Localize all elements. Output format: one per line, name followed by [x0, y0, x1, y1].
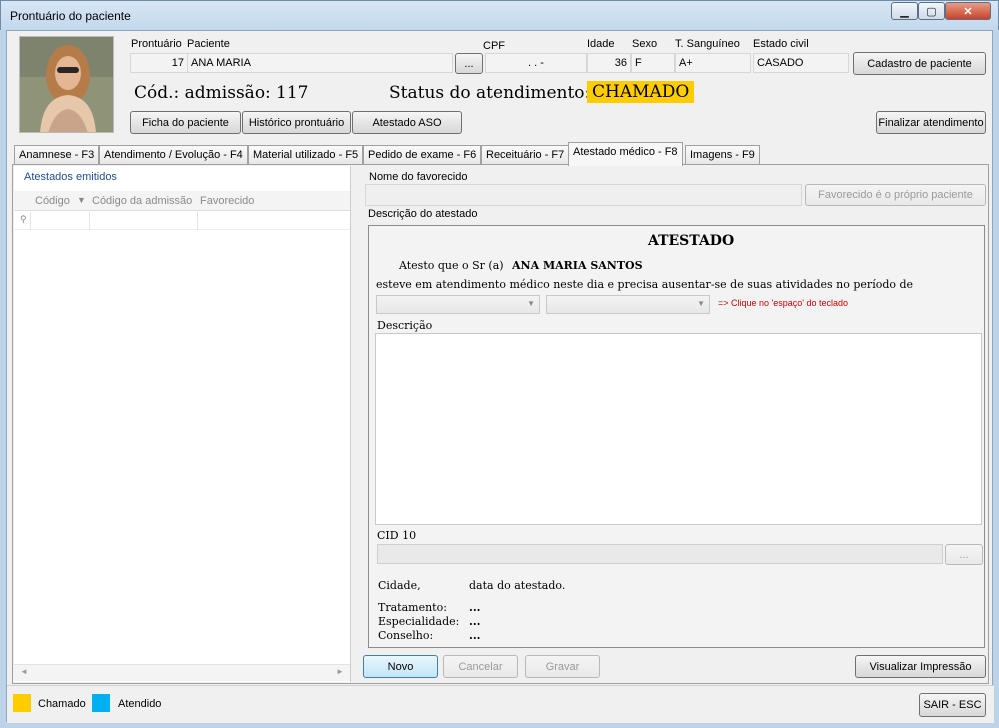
civil-label: Estado civil [753, 38, 809, 50]
atestados-title: Atestados emitidos [24, 171, 117, 183]
filter-row[interactable]: ⚲ [14, 212, 350, 230]
minimize-icon: ▁ [900, 5, 909, 18]
atestado-aso-button[interactable]: Atestado ASO [352, 111, 462, 134]
chamado-swatch [13, 694, 31, 712]
scroll-right-icon: ► [336, 667, 344, 676]
data-text: data do atestado. [469, 579, 566, 592]
grid-header: Código ▼ Código da admissão Favorecido [14, 191, 350, 211]
conselho-value: ... [469, 629, 481, 642]
prontuario-label: Prontuário [131, 38, 182, 50]
minimize-button[interactable]: ▁ [891, 2, 918, 20]
descricao-label: Descrição [377, 319, 433, 332]
title-bar: Prontuário do paciente ▁ ▢ ✕ [0, 0, 999, 30]
finalizar-atendimento-button[interactable]: Finalizar atendimento [876, 111, 986, 134]
column-codigo[interactable]: Código [35, 195, 70, 207]
cadastro-paciente-button[interactable]: Cadastro de paciente [853, 52, 986, 75]
ficha-paciente-button[interactable]: Ficha do paciente [130, 111, 241, 134]
periodo-fim-select[interactable]: ▼ [546, 295, 710, 314]
paciente-field: ANA MARIA [187, 53, 453, 73]
window-title: Prontuário do paciente [10, 9, 131, 23]
cancelar-button[interactable]: Cancelar [443, 655, 518, 678]
especialidade-label: Especialidade: [378, 615, 460, 628]
column-codigo-admissao[interactable]: Código da admissão [92, 195, 192, 207]
atendido-legend: Atendido [118, 698, 162, 710]
status-badge: CHAMADO [587, 81, 695, 103]
tab-pedido-exame[interactable]: Pedido de exame - F6 [363, 145, 482, 165]
atesto-text: Atesto que o Sr (a) [399, 259, 504, 272]
column-favorecido[interactable]: Favorecido [200, 195, 254, 207]
search-patient-button[interactable]: ... [455, 53, 483, 74]
conselho-label: Conselho: [378, 629, 434, 642]
close-button[interactable]: ✕ [945, 2, 991, 20]
sexo-label: Sexo [632, 38, 658, 50]
cid-search-button[interactable]: ... [945, 544, 983, 565]
sangue-field: A+ [675, 53, 751, 73]
cpf-field: . . - [485, 53, 587, 73]
admissao-value: 117 [276, 83, 309, 103]
favorecido-input[interactable] [365, 184, 802, 206]
paciente-label: Paciente [187, 38, 230, 50]
scroll-left-icon: ◄ [20, 667, 28, 676]
status-legend-bar: Chamado Atendido SAIR - ESC [7, 685, 994, 723]
tab-receituario[interactable]: Receituário - F7 [481, 145, 570, 165]
tab-imagens[interactable]: Imagens - F9 [685, 145, 760, 165]
chevron-down-icon: ▼ [527, 299, 535, 308]
patient-photo [19, 36, 114, 133]
sangue-label: T. Sanguíneo [675, 38, 740, 50]
tratamento-value: ... [469, 601, 481, 614]
historico-prontuario-button[interactable]: Histórico prontuário [242, 111, 351, 134]
status-label: Status do atendimento: [389, 83, 591, 103]
maximize-button[interactable]: ▢ [918, 2, 945, 20]
descricao-textarea[interactable] [375, 333, 982, 525]
admissao-label: Cód.: admissão: [134, 83, 271, 103]
novo-button[interactable]: Novo [363, 655, 438, 678]
atestado-document: ATESTADO Atesto que o Sr (a) ANA MARIA S… [368, 225, 985, 648]
visualizar-impressao-button[interactable]: Visualizar Impressão [855, 655, 986, 678]
tab-panel: Atestados emitidos Código ▼ Código da ad… [12, 164, 989, 684]
atestado-heading: ATESTADO [648, 233, 735, 249]
favorecido-label: Nome do favorecido [369, 171, 468, 183]
filter-icon: ⚲ [20, 214, 27, 224]
maximize-icon: ▢ [926, 5, 937, 18]
cidade-text: Cidade, [378, 579, 421, 592]
horizontal-scrollbar[interactable]: ◄ ► [14, 664, 350, 681]
favorecido-proprio-button[interactable]: Favorecido é o próprio paciente [805, 184, 986, 206]
sort-icon: ▼ [77, 195, 86, 205]
gravar-button[interactable]: Gravar [525, 655, 600, 678]
prontuario-field: 17 [130, 53, 188, 73]
tab-atendimento[interactable]: Atendimento / Evolução - F4 [99, 145, 248, 165]
especialidade-value: ... [469, 615, 481, 628]
atestado-body-text: esteve em atendimento médico neste dia e… [376, 278, 914, 291]
keyboard-hint: => Clique no 'espaço' do teclado [718, 298, 849, 308]
tab-anamnese[interactable]: Anamnese - F3 [14, 145, 100, 165]
idade-field: 36 [587, 53, 631, 73]
sair-button[interactable]: SAIR - ESC [919, 693, 986, 717]
idade-label: Idade [587, 38, 615, 50]
tab-atestado-medico[interactable]: Atestado médico - F8 [568, 142, 683, 166]
periodo-inicio-select[interactable]: ▼ [376, 295, 540, 314]
descricao-atestado-label: Descrição do atestado [368, 208, 478, 220]
sexo-field: F [631, 53, 675, 73]
chevron-down-icon: ▼ [697, 299, 705, 308]
cpf-label: CPF [483, 40, 505, 52]
window-client: Prontuário Paciente CPF Idade Sexo T. Sa… [6, 30, 994, 723]
atestados-panel: Atestados emitidos Código ▼ Código da ad… [14, 166, 351, 682]
tab-material[interactable]: Material utilizado - F5 [248, 145, 364, 165]
patient-name-text: ANA MARIA SANTOS [512, 259, 643, 272]
chamado-legend: Chamado [38, 698, 86, 710]
cid-label: CID 10 [377, 529, 417, 542]
cid-input[interactable] [377, 544, 943, 564]
close-icon: ✕ [963, 5, 973, 18]
tratamento-label: Tratamento: [378, 601, 447, 614]
civil-field: CASADO [753, 53, 849, 73]
atendido-swatch [92, 694, 110, 712]
